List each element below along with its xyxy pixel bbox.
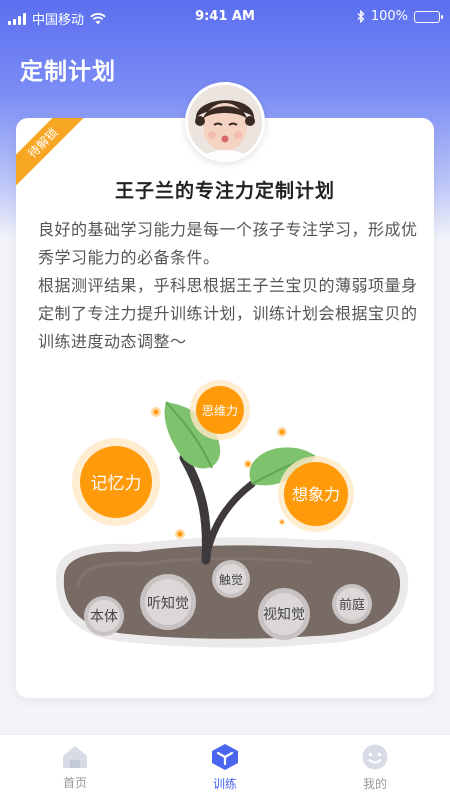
tab-home[interactable]: 首页 xyxy=(35,744,115,791)
tab-training[interactable]: 训练 xyxy=(185,743,265,792)
avatar xyxy=(185,82,265,162)
tab-mine[interactable]: 我的 xyxy=(335,743,415,792)
child-avatar-image xyxy=(188,85,262,159)
page-title: 定制计划 xyxy=(20,59,116,85)
bubble-thinking: 思维力 xyxy=(202,404,238,418)
stone-label-vestibular: 前庭 xyxy=(339,597,365,613)
status-right: 100% xyxy=(357,9,443,24)
cube-icon xyxy=(212,744,238,770)
plant-illustration: 本体 听知觉 触觉 视知觉 前庭 思维力 记忆力 想象力 xyxy=(55,380,409,648)
stone-label-vision: 视知觉 xyxy=(263,606,305,623)
stone-label-ontology: 本体 xyxy=(90,609,118,625)
stone-label-touch: 触觉 xyxy=(219,573,243,587)
bluetooth-icon xyxy=(357,10,365,23)
bubble-memory: 记忆力 xyxy=(91,474,142,494)
plan-description: 良好的基础学习能力是每一个孩子专注学习，形成优秀学习能力的必备条件。 根据测评结… xyxy=(38,216,418,356)
battery-percent: 100% xyxy=(370,9,408,24)
smiley-icon xyxy=(362,744,388,770)
battery-icon xyxy=(414,10,443,23)
bottom-tabbar: 首页 训练 我的 xyxy=(0,734,450,800)
bubble-imagination: 想象力 xyxy=(292,485,340,504)
home-icon xyxy=(63,746,87,768)
plan-paragraph-2: 根据测评结果，乎科思根据王子兰宝贝的薄弱项量身定制了专注力提升训练计划，训练计划… xyxy=(38,276,418,351)
tab-home-label: 首页 xyxy=(62,776,87,790)
tab-mine-label: 我的 xyxy=(362,777,387,791)
stone-label-hearing: 听知觉 xyxy=(147,595,189,612)
tab-training-label: 训练 xyxy=(212,777,237,791)
status-bar: 中国移动 9:41 AM 100% xyxy=(0,0,450,34)
plan-paragraph-1: 良好的基础学习能力是每一个孩子专注学习，形成优秀学习能力的必备条件。 xyxy=(38,220,418,267)
plan-title: 王子兰的专注力定制计划 xyxy=(114,180,335,202)
